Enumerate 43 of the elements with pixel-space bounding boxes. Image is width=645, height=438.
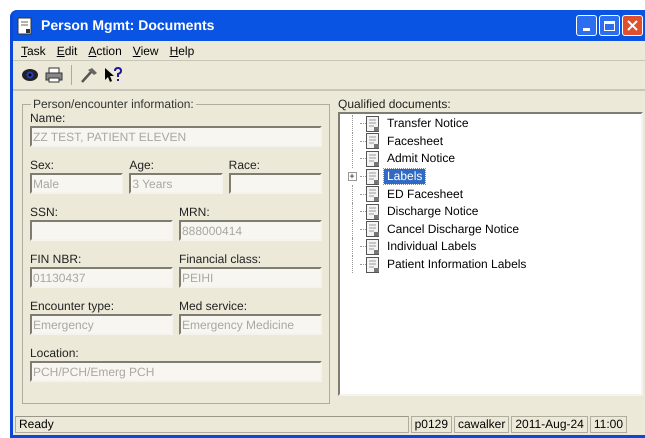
status-message: Ready [15,416,409,433]
menu-item[interactable]: Action [88,42,122,60]
eye-icon[interactable] [21,67,39,83]
field-label: MRN: [179,205,210,220]
menu-item[interactable]: View [132,42,159,60]
status-pane: 11:00 [590,416,627,433]
group-title: Person/encounter information: [31,97,196,111]
help-pointer-icon[interactable] [104,67,122,83]
tree-item[interactable]: Facesheet [384,134,446,149]
minimize-button[interactable] [576,15,597,36]
status-pane: 2011-Aug-24 [511,416,588,433]
tree-item[interactable]: Labels [384,169,426,184]
documents-label: Qualified documents: [338,97,451,112]
expand-toggle[interactable]: + [348,172,356,182]
field-label: Age: [129,158,154,173]
tree-item[interactable]: Patient Information Labels [384,257,530,272]
field-label: Name: [30,111,66,126]
maximize-button[interactable] [599,15,620,36]
field-label: Encounter type: [30,299,114,314]
menu-item[interactable]: Task [21,42,46,60]
close-button[interactable] [622,15,643,36]
hammer-icon[interactable] [80,67,98,83]
tree-item[interactable]: Discharge Notice [384,204,482,220]
printer-icon[interactable] [45,67,63,83]
menu-item[interactable]: Edit [56,42,78,60]
app-icon [17,16,33,34]
tree-item[interactable]: ED Facesheet [384,186,466,202]
window-title: Person Mgmt: Documents [41,16,214,35]
status-pane: p0129 [410,416,452,433]
menu-item[interactable]: Help [170,42,194,60]
close-icon [627,20,638,31]
field-label: SSN: [30,205,58,220]
tree-item[interactable]: Individual Labels [384,239,480,254]
field-label: Location: [30,346,79,361]
field-label: FIN NBR: [30,252,82,267]
tree-item[interactable]: Transfer Notice [384,116,472,132]
field-label: Race: [228,158,260,173]
field-label: Sex: [30,158,54,173]
tree-item[interactable]: Admit Notice [384,151,458,166]
status-pane: cawalker [454,416,510,433]
field-label: Med service: [179,299,248,314]
field-label: Financial class: [179,252,262,267]
tree-item[interactable]: Cancel Discharge Notice [384,222,522,237]
